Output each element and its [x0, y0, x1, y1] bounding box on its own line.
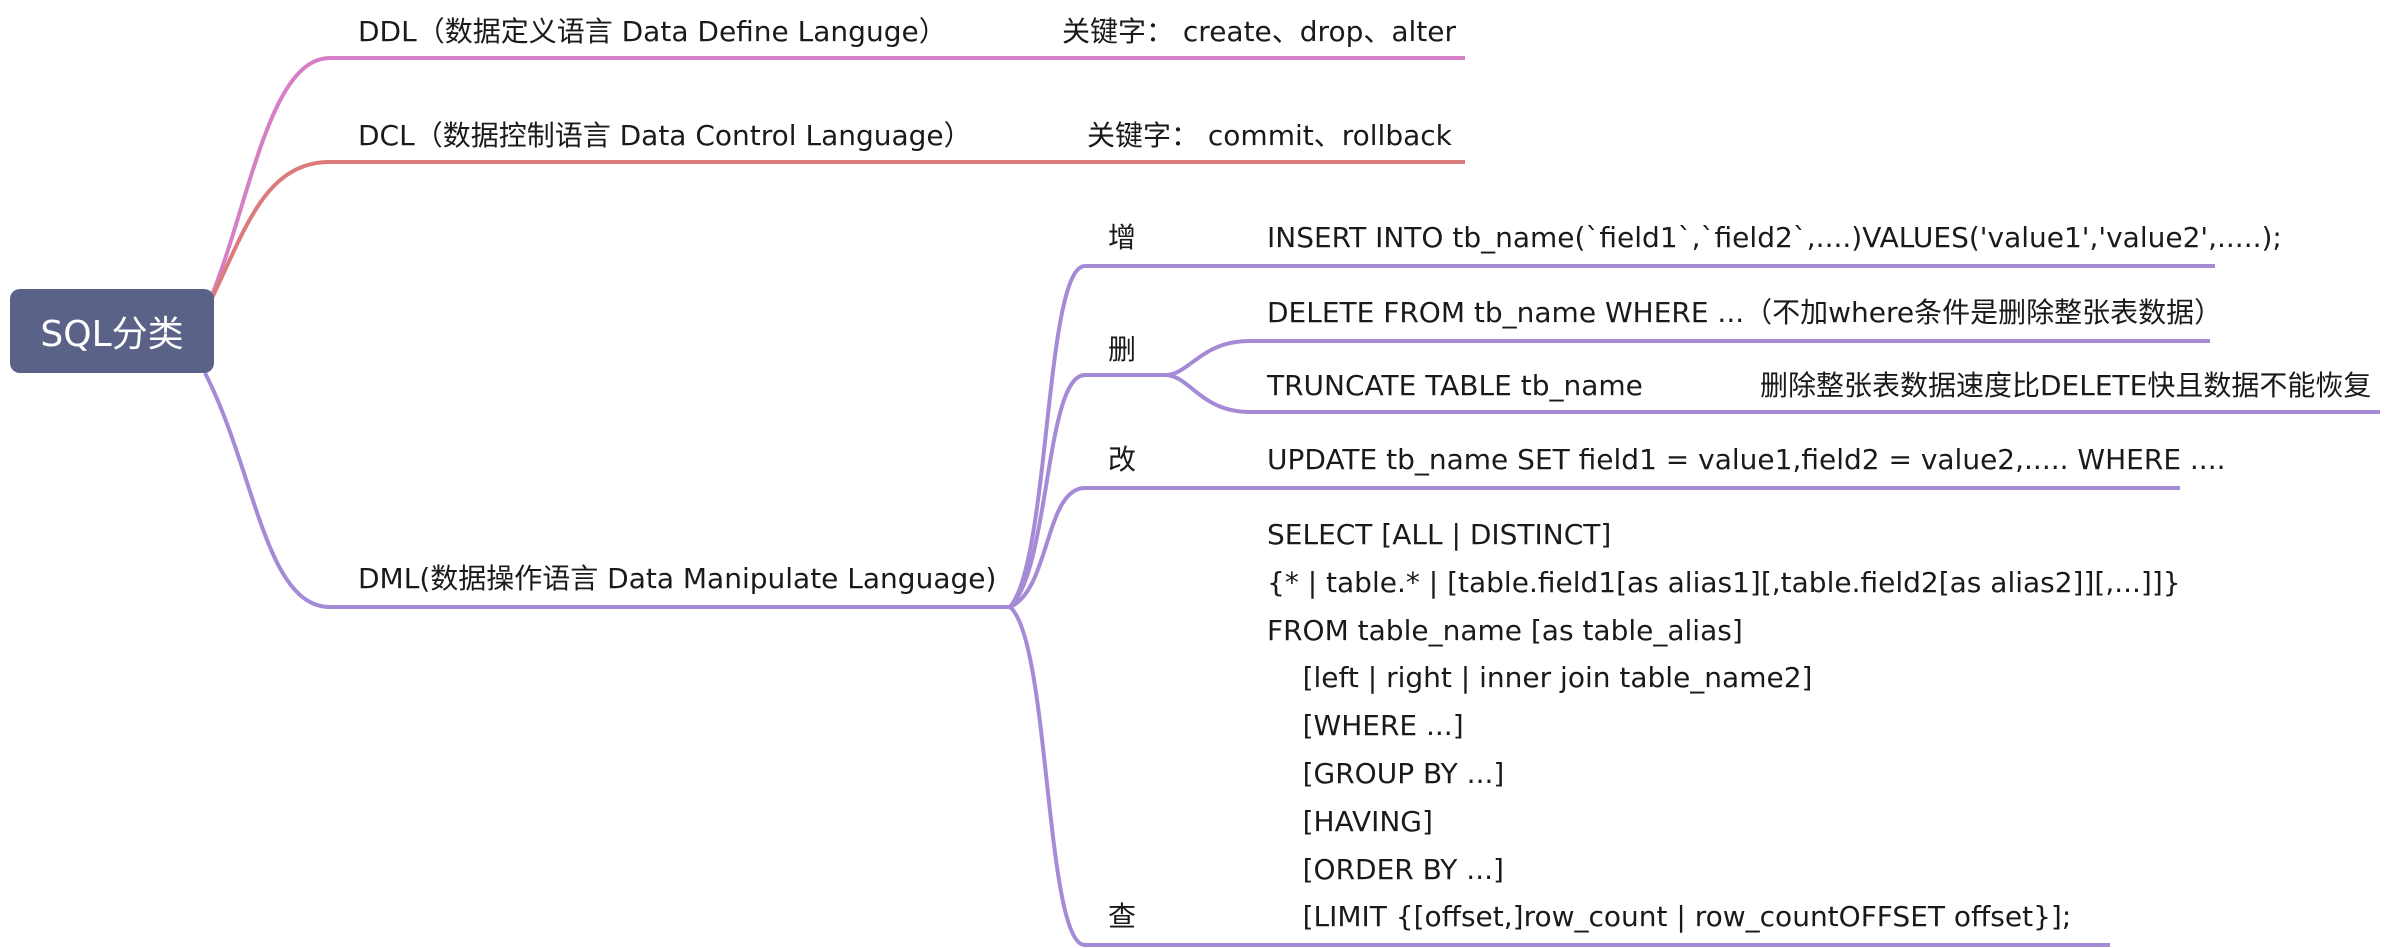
delete-connector: [1008, 373, 1165, 609]
select-line: [LIMIT {[offset,]row_count | row_countOF…: [1267, 900, 2072, 933]
insert-sql: INSERT INTO tb_name(`field1`,`field2`,..…: [1267, 221, 2282, 254]
root-label: SQL分类: [40, 314, 184, 355]
select-label: 查: [1108, 900, 1137, 933]
select-line: [GROUP BY ...]: [1267, 757, 1505, 790]
truncate-sql: TRUNCATE TABLE tb_name: [1267, 369, 1643, 402]
select-line: [HAVING]: [1267, 805, 1433, 838]
update-label: 改: [1108, 443, 1137, 476]
select-line: FROM table_name [as table_alias]: [1267, 614, 1743, 647]
root-node[interactable]: SQL分类: [10, 289, 214, 373]
dml-title: DML(数据操作语言 Data Manipulate Language): [358, 562, 997, 595]
dcl-title: DCL（数据控制语言 Data Control Language）: [358, 119, 972, 152]
delete-sql: DELETE FROM tb_name WHERE ...（不加where条件是…: [1267, 296, 2223, 329]
insert-label: 增: [1108, 221, 1137, 254]
select-line: [left | right | inner join table_name2]: [1267, 661, 1813, 694]
select-line: [WHERE ...]: [1267, 709, 1464, 742]
truncate-note: 删除整张表数据速度比DELETE快且数据不能恢复: [1760, 369, 2372, 402]
update-sql: UPDATE tb_name SET field1 = value1,field…: [1267, 443, 2226, 476]
select-line: {* | table.* | [table.field1[as alias1][…: [1267, 566, 2181, 599]
ddl-keywords: 关键字： create、drop、alter: [1062, 15, 1457, 48]
ddl-title: DDL（数据定义语言 Data Define Languge）: [358, 15, 947, 48]
select-connector: [1008, 605, 2110, 947]
select-line: [ORDER BY ...]: [1267, 853, 1504, 886]
delete-label: 删: [1108, 333, 1137, 366]
select-line: SELECT [ALL | DISTINCT]: [1267, 518, 1612, 551]
ddl-connector: [210, 56, 1465, 296]
dcl-keywords: 关键字： commit、rollback: [1087, 119, 1452, 152]
